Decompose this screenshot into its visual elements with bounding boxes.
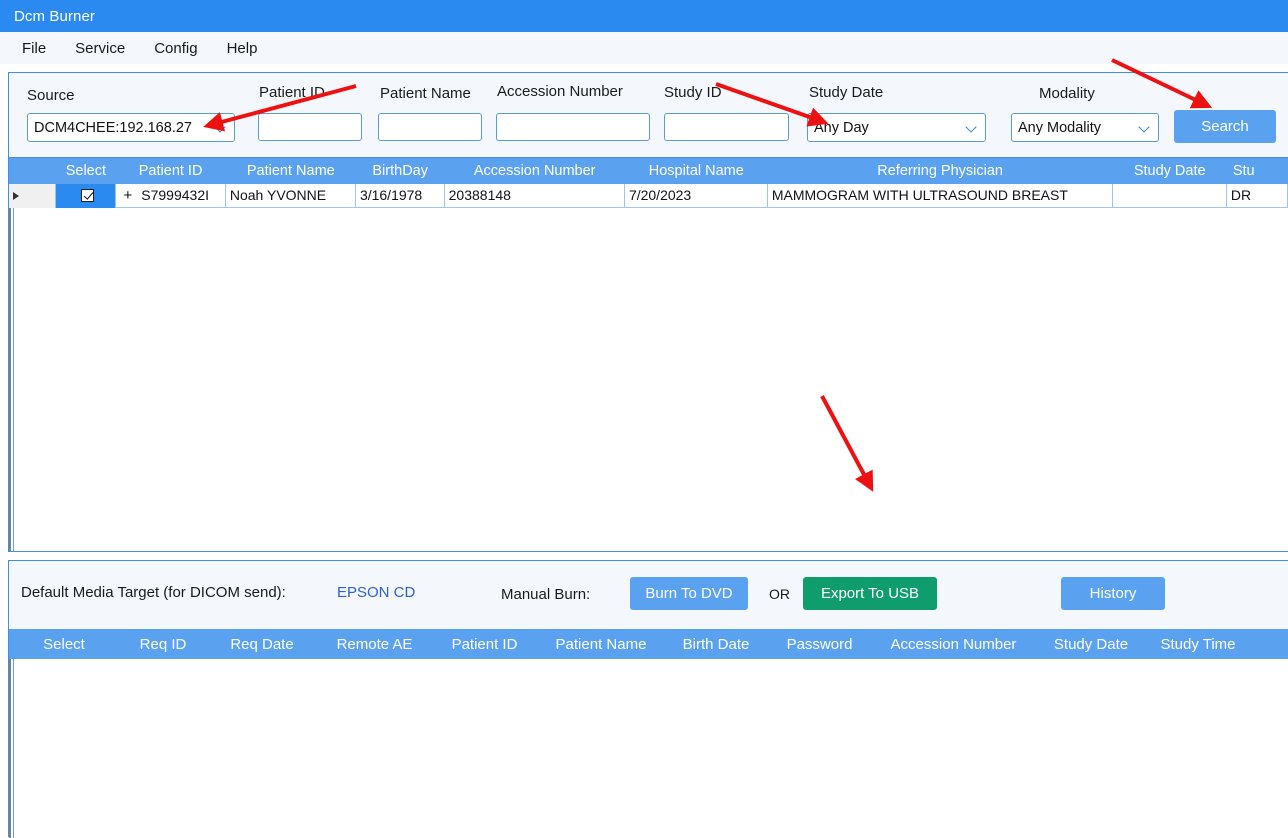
- row-selector-caret-icon: [13, 191, 19, 200]
- table-row[interactable]: + S7999432I Noah YVONNE 3/16/1978 203881…: [9, 183, 1288, 208]
- row-select-checkbox[interactable]: [80, 189, 94, 202]
- study-col-accession-number[interactable]: Accession Number: [445, 163, 625, 179]
- chevron-down-icon: [966, 121, 979, 134]
- request-col-password[interactable]: Password: [767, 636, 872, 653]
- menu-item-file[interactable]: File: [22, 40, 46, 57]
- row-study-extra-cell[interactable]: DR: [1227, 183, 1288, 208]
- panel-divider: [8, 553, 1288, 560]
- request-col-birth-date[interactable]: Birth Date: [665, 636, 767, 653]
- request-col-study-date[interactable]: Study Date: [1035, 636, 1147, 653]
- request-col-accession-number[interactable]: Accession Number: [872, 636, 1035, 653]
- menu-bar: File Service Config Help: [0, 32, 1288, 64]
- study-col-hospital-name[interactable]: Hospital Name: [625, 163, 768, 179]
- history-button[interactable]: History: [1061, 577, 1165, 610]
- chevron-down-icon: [1139, 121, 1152, 134]
- row-patient-name-cell[interactable]: Noah YVONNE: [226, 183, 356, 208]
- request-grid-header: Select Req ID Req Date Remote AE Patient…: [9, 629, 1288, 659]
- modality-dropdown[interactable]: Any Modality: [1011, 113, 1159, 142]
- row-hospital-name-cell[interactable]: 7/20/2023: [625, 183, 768, 208]
- menu-item-config[interactable]: Config: [154, 40, 197, 57]
- study-col-birthday[interactable]: BirthDay: [356, 163, 445, 179]
- accession-number-label: Accession Number: [497, 83, 623, 100]
- row-study-date-cell[interactable]: [1113, 183, 1227, 208]
- row-referring-physician-cell[interactable]: MAMMOGRAM WITH ULTRASOUND BREAST: [768, 183, 1113, 208]
- source-label: Source: [27, 87, 75, 104]
- source-dropdown-value: DCM4CHEE:192.168.27: [34, 119, 192, 136]
- study-results-grid: Select Patient ID Patient Name BirthDay …: [9, 158, 1288, 551]
- patient-name-input[interactable]: [378, 113, 482, 141]
- study-date-dropdown[interactable]: Any Day: [807, 113, 986, 142]
- default-media-target-value[interactable]: EPSON CD: [337, 584, 415, 601]
- row-birthday-cell[interactable]: 3/16/1978: [356, 183, 445, 208]
- burn-to-dvd-button[interactable]: Burn To DVD: [630, 577, 748, 610]
- burn-queue-panel: Default Media Target (for DICOM send): E…: [8, 560, 1288, 838]
- study-col-study-extra[interactable]: Stu: [1227, 163, 1288, 179]
- source-dropdown[interactable]: DCM4CHEE:192.168.27: [27, 113, 235, 142]
- study-date-dropdown-value: Any Day: [814, 119, 869, 136]
- study-id-label: Study ID: [664, 84, 722, 101]
- study-col-patient-id[interactable]: Patient ID: [115, 163, 225, 179]
- request-col-remote-ae[interactable]: Remote AE: [317, 636, 432, 653]
- request-grid-empty-area: [9, 659, 1288, 838]
- patient-name-label: Patient Name: [380, 85, 471, 102]
- patient-id-input[interactable]: [258, 113, 362, 141]
- menu-item-help[interactable]: Help: [227, 40, 258, 57]
- search-filter-bar: Source DCM4CHEE:192.168.27 Patient ID Pa…: [9, 73, 1288, 158]
- study-id-input[interactable]: [664, 113, 789, 141]
- study-date-label: Study Date: [809, 84, 884, 101]
- or-label: OR: [769, 586, 790, 602]
- study-col-study-date[interactable]: Study Date: [1113, 163, 1227, 179]
- request-col-patient-id[interactable]: Patient ID: [432, 636, 537, 653]
- study-col-select[interactable]: Select: [56, 163, 115, 179]
- window-title: Dcm Burner: [14, 7, 96, 25]
- default-media-target-label: Default Media Target (for DICOM send):: [21, 584, 286, 601]
- expand-row-icon[interactable]: +: [124, 184, 133, 207]
- modality-label: Modality: [1039, 85, 1095, 102]
- request-col-req-id[interactable]: Req ID: [119, 636, 207, 653]
- study-col-referring-physician[interactable]: Referring Physician: [768, 163, 1113, 179]
- request-col-req-date[interactable]: Req Date: [207, 636, 317, 653]
- request-col-select[interactable]: Select: [9, 636, 119, 653]
- patient-id-label: Patient ID: [259, 84, 325, 101]
- row-accession-number-cell[interactable]: 20388148: [445, 183, 625, 208]
- export-to-usb-button[interactable]: Export To USB: [803, 577, 937, 610]
- accession-number-input[interactable]: [496, 113, 650, 141]
- row-patient-id-cell[interactable]: + S7999432I: [116, 183, 226, 208]
- window-title-bar: Dcm Burner: [0, 0, 1288, 32]
- modality-dropdown-value: Any Modality: [1018, 119, 1102, 136]
- request-col-patient-name[interactable]: Patient Name: [537, 636, 665, 653]
- search-button[interactable]: Search: [1174, 110, 1276, 143]
- chevron-down-icon: [215, 121, 228, 134]
- study-grid-header: Select Patient ID Patient Name BirthDay …: [9, 158, 1288, 184]
- media-target-bar: Default Media Target (for DICOM send): E…: [9, 561, 1288, 629]
- study-col-patient-name[interactable]: Patient Name: [226, 163, 356, 179]
- row-select-cell[interactable]: [56, 183, 116, 208]
- menu-item-service[interactable]: Service: [75, 40, 125, 57]
- study-search-panel: Source DCM4CHEE:192.168.27 Patient ID Pa…: [8, 72, 1288, 552]
- study-grid-empty-area: [9, 208, 1288, 551]
- request-queue-grid: Select Req ID Req Date Remote AE Patient…: [9, 629, 1288, 838]
- manual-burn-label: Manual Burn:: [501, 586, 591, 603]
- row-patient-id-value: S7999432I: [141, 187, 209, 203]
- app-body: Source DCM4CHEE:192.168.27 Patient ID Pa…: [0, 64, 1288, 838]
- request-col-study-time[interactable]: Study Time: [1147, 636, 1249, 653]
